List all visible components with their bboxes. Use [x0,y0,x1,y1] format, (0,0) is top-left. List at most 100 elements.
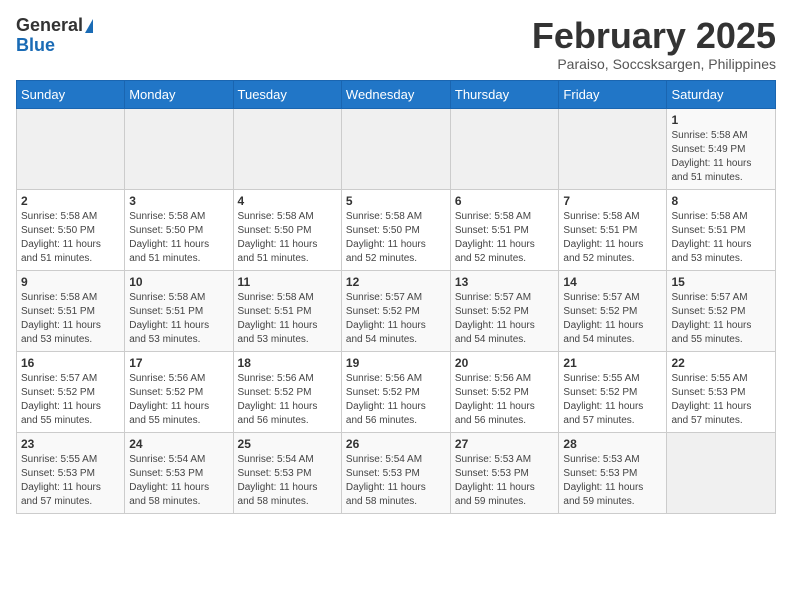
calendar-week-row: 2 Sunrise: 5:58 AM Sunset: 5:50 PM Daylig… [17,189,776,270]
day-number: 23 [21,437,120,451]
day-number: 16 [21,356,120,370]
calendar-cell [233,108,341,189]
day-info: Sunrise: 5:56 AM Sunset: 5:52 PM Dayligh… [346,372,446,428]
weekday-header-row: SundayMondayTuesdayWednesdayThursdayFrid… [17,80,776,108]
day-info: Sunrise: 5:56 AM Sunset: 5:52 PM Dayligh… [129,372,228,428]
calendar-cell: 5 Sunrise: 5:58 AM Sunset: 5:50 PM Daylig… [341,189,450,270]
calendar-header: SundayMondayTuesdayWednesdayThursdayFrid… [17,80,776,108]
day-info: Sunrise: 5:58 AM Sunset: 5:51 PM Dayligh… [21,291,120,347]
page-header: General Blue February 2025 Paraiso, Socc… [16,16,776,72]
day-info: Sunrise: 5:58 AM Sunset: 5:51 PM Dayligh… [455,210,555,266]
calendar-cell [341,108,450,189]
title-block: February 2025 Paraiso, Soccsksargen, Phi… [532,16,776,72]
calendar-subtitle: Paraiso, Soccsksargen, Philippines [532,56,776,72]
day-info: Sunrise: 5:57 AM Sunset: 5:52 PM Dayligh… [455,291,555,347]
calendar-cell: 12 Sunrise: 5:57 AM Sunset: 5:52 PM Dayli… [341,270,450,351]
weekday-header-friday: Friday [559,80,667,108]
calendar-cell [450,108,559,189]
day-info: Sunrise: 5:56 AM Sunset: 5:52 PM Dayligh… [238,372,337,428]
calendar-cell: 2 Sunrise: 5:58 AM Sunset: 5:50 PM Daylig… [17,189,125,270]
calendar-title: February 2025 [532,16,776,56]
day-number: 25 [238,437,337,451]
day-info: Sunrise: 5:58 AM Sunset: 5:50 PM Dayligh… [238,210,337,266]
day-number: 10 [129,275,228,289]
calendar-cell: 25 Sunrise: 5:54 AM Sunset: 5:53 PM Dayli… [233,432,341,513]
day-info: Sunrise: 5:58 AM Sunset: 5:50 PM Dayligh… [21,210,120,266]
calendar-cell: 7 Sunrise: 5:58 AM Sunset: 5:51 PM Daylig… [559,189,667,270]
calendar-cell [559,108,667,189]
weekday-header-wednesday: Wednesday [341,80,450,108]
day-number: 1 [671,113,771,127]
day-info: Sunrise: 5:53 AM Sunset: 5:53 PM Dayligh… [563,453,662,509]
day-number: 15 [671,275,771,289]
day-info: Sunrise: 5:57 AM Sunset: 5:52 PM Dayligh… [346,291,446,347]
day-number: 14 [563,275,662,289]
day-number: 18 [238,356,337,370]
day-number: 22 [671,356,771,370]
calendar-cell: 9 Sunrise: 5:58 AM Sunset: 5:51 PM Daylig… [17,270,125,351]
calendar-cell: 6 Sunrise: 5:58 AM Sunset: 5:51 PM Daylig… [450,189,559,270]
calendar-cell: 17 Sunrise: 5:56 AM Sunset: 5:52 PM Dayli… [125,351,233,432]
calendar-cell: 28Sunrise: 5:53 AM Sunset: 5:53 PM Dayli… [559,432,667,513]
calendar-body: 1Sunrise: 5:58 AM Sunset: 5:49 PM Daylig… [17,108,776,513]
calendar-cell: 15 Sunrise: 5:57 AM Sunset: 5:52 PM Dayli… [667,270,776,351]
day-info: Sunrise: 5:55 AM Sunset: 5:53 PM Dayligh… [671,372,771,428]
day-number: 27 [455,437,555,451]
day-info: Sunrise: 5:56 AM Sunset: 5:52 PM Dayligh… [455,372,555,428]
day-number: 2 [21,194,120,208]
day-info: Sunrise: 5:54 AM Sunset: 5:53 PM Dayligh… [346,453,446,509]
day-number: 11 [238,275,337,289]
calendar-cell: 16Sunrise: 5:57 AM Sunset: 5:52 PM Dayli… [17,351,125,432]
day-number: 20 [455,356,555,370]
day-number: 19 [346,356,446,370]
day-info: Sunrise: 5:53 AM Sunset: 5:53 PM Dayligh… [455,453,555,509]
weekday-header-sunday: Sunday [17,80,125,108]
calendar-week-row: 16Sunrise: 5:57 AM Sunset: 5:52 PM Dayli… [17,351,776,432]
weekday-header-tuesday: Tuesday [233,80,341,108]
day-number: 6 [455,194,555,208]
calendar-cell [125,108,233,189]
calendar-week-row: 1Sunrise: 5:58 AM Sunset: 5:49 PM Daylig… [17,108,776,189]
calendar-cell: 26 Sunrise: 5:54 AM Sunset: 5:53 PM Dayli… [341,432,450,513]
calendar-cell: 22 Sunrise: 5:55 AM Sunset: 5:53 PM Dayli… [667,351,776,432]
calendar-cell [17,108,125,189]
day-number: 17 [129,356,228,370]
day-number: 21 [563,356,662,370]
calendar-cell: 27 Sunrise: 5:53 AM Sunset: 5:53 PM Dayli… [450,432,559,513]
calendar-cell [667,432,776,513]
day-number: 5 [346,194,446,208]
calendar-cell: 14 Sunrise: 5:57 AM Sunset: 5:52 PM Dayli… [559,270,667,351]
calendar-week-row: 23 Sunrise: 5:55 AM Sunset: 5:53 PM Dayli… [17,432,776,513]
calendar-cell: 20 Sunrise: 5:56 AM Sunset: 5:52 PM Dayli… [450,351,559,432]
calendar-cell: 13Sunrise: 5:57 AM Sunset: 5:52 PM Dayli… [450,270,559,351]
day-number: 7 [563,194,662,208]
logo-triangle-icon [85,19,93,33]
day-number: 8 [671,194,771,208]
day-info: Sunrise: 5:55 AM Sunset: 5:53 PM Dayligh… [21,453,120,509]
day-number: 4 [238,194,337,208]
day-info: Sunrise: 5:57 AM Sunset: 5:52 PM Dayligh… [563,291,662,347]
day-info: Sunrise: 5:58 AM Sunset: 5:50 PM Dayligh… [346,210,446,266]
calendar-cell: 23 Sunrise: 5:55 AM Sunset: 5:53 PM Dayli… [17,432,125,513]
weekday-header-thursday: Thursday [450,80,559,108]
weekday-header-saturday: Saturday [667,80,776,108]
calendar-cell: 10 Sunrise: 5:58 AM Sunset: 5:51 PM Dayli… [125,270,233,351]
day-info: Sunrise: 5:57 AM Sunset: 5:52 PM Dayligh… [671,291,771,347]
logo-blue-text: Blue [16,36,55,56]
day-info: Sunrise: 5:54 AM Sunset: 5:53 PM Dayligh… [238,453,337,509]
day-number: 12 [346,275,446,289]
calendar-cell: 4 Sunrise: 5:58 AM Sunset: 5:50 PM Daylig… [233,189,341,270]
day-info: Sunrise: 5:58 AM Sunset: 5:51 PM Dayligh… [671,210,771,266]
day-number: 9 [21,275,120,289]
calendar-cell: 3Sunrise: 5:58 AM Sunset: 5:50 PM Daylig… [125,189,233,270]
day-info: Sunrise: 5:58 AM Sunset: 5:50 PM Dayligh… [129,210,228,266]
calendar-table: SundayMondayTuesdayWednesdayThursdayFrid… [16,80,776,514]
day-info: Sunrise: 5:58 AM Sunset: 5:51 PM Dayligh… [563,210,662,266]
day-info: Sunrise: 5:58 AM Sunset: 5:51 PM Dayligh… [129,291,228,347]
day-info: Sunrise: 5:58 AM Sunset: 5:51 PM Dayligh… [238,291,337,347]
calendar-cell: 1Sunrise: 5:58 AM Sunset: 5:49 PM Daylig… [667,108,776,189]
calendar-cell: 18 Sunrise: 5:56 AM Sunset: 5:52 PM Dayli… [233,351,341,432]
calendar-cell: 8 Sunrise: 5:58 AM Sunset: 5:51 PM Daylig… [667,189,776,270]
calendar-cell: 19 Sunrise: 5:56 AM Sunset: 5:52 PM Dayli… [341,351,450,432]
day-number: 26 [346,437,446,451]
